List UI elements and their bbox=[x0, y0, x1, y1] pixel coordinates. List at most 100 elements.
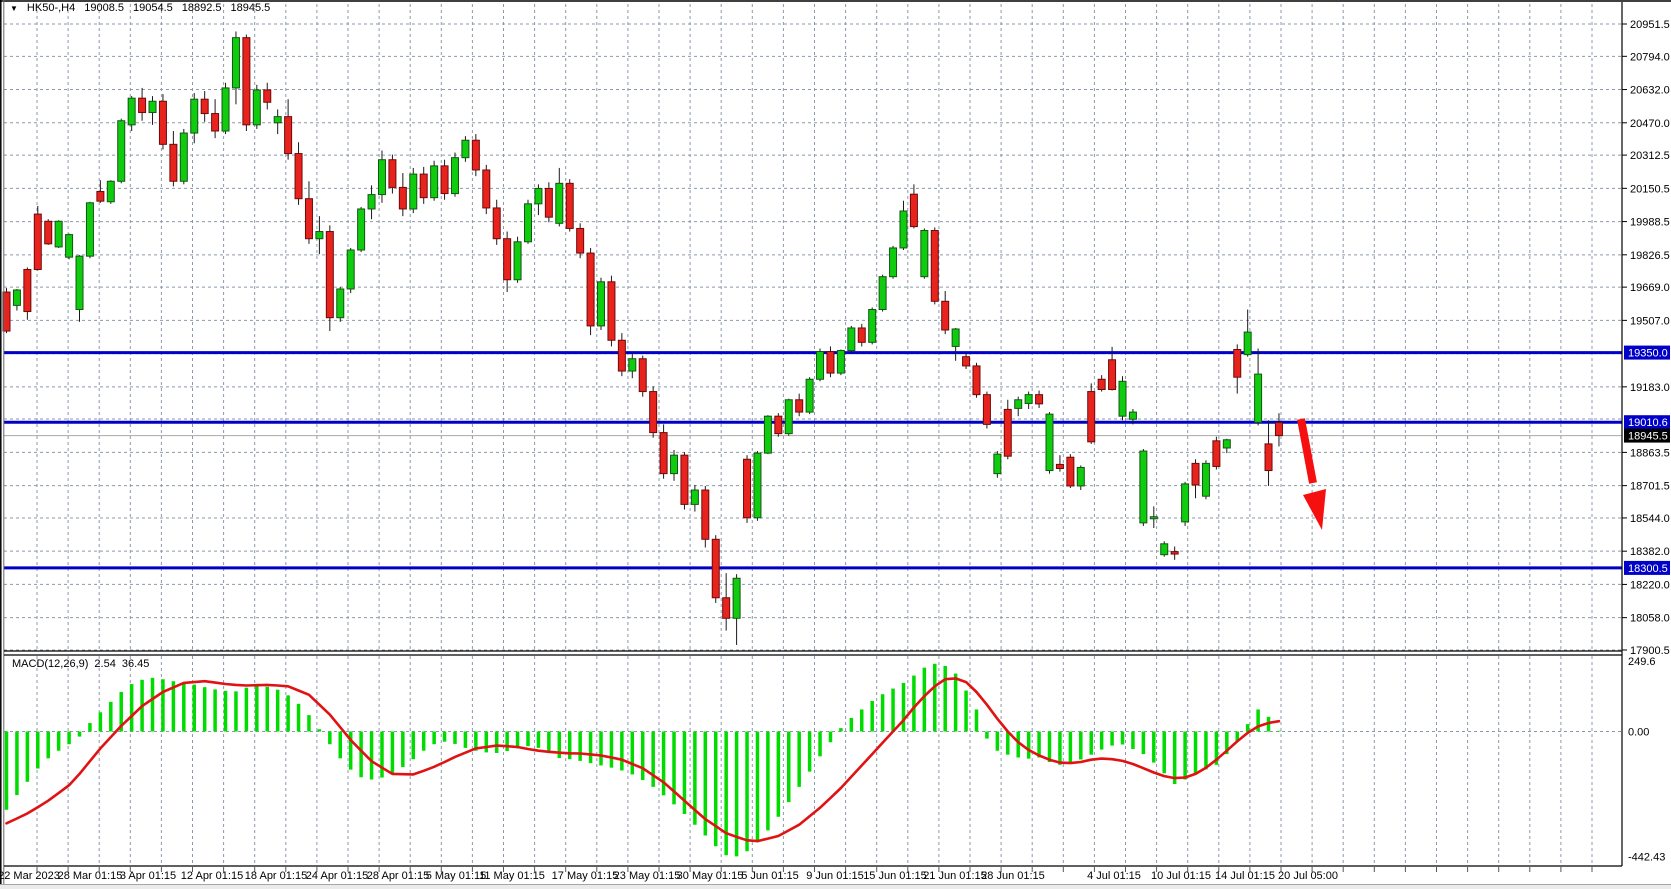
candle-body bbox=[837, 351, 844, 374]
candle-body bbox=[1025, 395, 1032, 404]
candle-body bbox=[890, 248, 897, 277]
candle-body bbox=[744, 459, 751, 517]
candle-body bbox=[410, 174, 417, 209]
time-axis-label: 14 Jul 01:15 bbox=[1215, 870, 1275, 882]
candle-body bbox=[1088, 392, 1095, 442]
candle-body bbox=[1161, 544, 1168, 555]
macd-main-value: 2.54 bbox=[94, 658, 115, 670]
candle-body bbox=[1036, 395, 1043, 404]
candle-body bbox=[389, 160, 396, 188]
candle-body bbox=[775, 416, 782, 433]
candle-body bbox=[493, 208, 500, 239]
candle-body bbox=[681, 455, 688, 504]
candle-body bbox=[1129, 412, 1136, 419]
candle-body bbox=[483, 170, 490, 208]
symbol-period-label: HK50-,H4 bbox=[27, 2, 75, 14]
chevron-down-icon[interactable]: ▼ bbox=[10, 3, 18, 14]
candle-body bbox=[1150, 517, 1157, 519]
price-axis-label: 20632.0 bbox=[1630, 85, 1670, 97]
candle-body bbox=[733, 578, 740, 618]
candle-body bbox=[754, 453, 761, 518]
candle-body bbox=[1056, 464, 1063, 468]
candle-body bbox=[1098, 379, 1105, 389]
candle-body bbox=[545, 188, 552, 217]
candle-body bbox=[118, 121, 125, 182]
candle-body bbox=[1244, 332, 1251, 355]
candle-body bbox=[639, 359, 646, 392]
down-arrow-annotation-head[interactable] bbox=[1303, 489, 1326, 530]
candle-body bbox=[107, 181, 114, 202]
candle-body bbox=[55, 221, 62, 247]
title-close-value: 18945.5 bbox=[231, 2, 271, 14]
candle-body bbox=[921, 231, 928, 277]
candle-body bbox=[827, 352, 834, 374]
candle-body bbox=[34, 214, 41, 269]
price-axis-label: 20794.0 bbox=[1630, 51, 1670, 63]
time-axis-label: 18 Apr 01:15 bbox=[245, 870, 307, 882]
candle-body bbox=[1046, 414, 1053, 470]
time-axis-label: 15 Jun 01:15 bbox=[863, 870, 927, 882]
candle-body bbox=[1004, 409, 1011, 456]
candle-body bbox=[1223, 440, 1230, 448]
down-arrow-annotation-shaft[interactable] bbox=[1301, 419, 1313, 483]
candle-body bbox=[1213, 441, 1220, 467]
candle-body bbox=[764, 416, 771, 453]
time-axis-label: 24 Apr 01:15 bbox=[306, 870, 368, 882]
candle-body bbox=[441, 166, 448, 194]
time-axis-label: 5 Jun 01:15 bbox=[741, 870, 799, 882]
price-axis-label: 19988.5 bbox=[1630, 217, 1670, 229]
candle-body bbox=[222, 88, 229, 131]
candle-body bbox=[577, 228, 584, 253]
candle-body bbox=[973, 366, 980, 395]
macd-axis-label: -442.43 bbox=[1628, 851, 1665, 863]
time-axis-label: 22 Mar 2023 bbox=[0, 870, 60, 882]
time-axis-label: 10 Jul 01:15 bbox=[1151, 870, 1211, 882]
candle-body bbox=[1275, 423, 1282, 436]
candle-body bbox=[462, 140, 469, 157]
time-axis-label: 20 Jul 05:00 bbox=[1278, 870, 1338, 882]
candle-body bbox=[858, 328, 865, 342]
candle-body bbox=[1077, 467, 1084, 485]
title-open-value: 19008.5 bbox=[84, 2, 124, 14]
candle-body bbox=[86, 203, 93, 256]
time-axis-label: 5 May 01:15 bbox=[426, 870, 487, 882]
candle-body bbox=[149, 101, 156, 112]
candle-body bbox=[431, 166, 438, 198]
candle-body bbox=[358, 209, 365, 250]
candlestick-chart[interactable]: 20951.520794.020632.020470.020312.520150… bbox=[0, 0, 1671, 889]
price-axis-label: 20150.5 bbox=[1630, 183, 1670, 195]
candle-body bbox=[305, 199, 312, 239]
candle-body bbox=[1234, 350, 1241, 378]
candle-body bbox=[608, 282, 615, 340]
candle-body bbox=[295, 154, 302, 199]
candle-body bbox=[1171, 552, 1178, 554]
price-axis-label: 18544.0 bbox=[1630, 513, 1670, 525]
price-axis-label: 18863.5 bbox=[1630, 447, 1670, 459]
candle-body bbox=[566, 183, 573, 228]
candle-body bbox=[24, 269, 31, 311]
time-axis-label: 3 Apr 01:15 bbox=[120, 870, 176, 882]
price-line-badge-text: 19350.0 bbox=[1628, 348, 1668, 360]
candle-body bbox=[66, 235, 73, 258]
time-axis-label: 17 May 01:15 bbox=[552, 870, 619, 882]
price-axis-label: 18220.0 bbox=[1630, 579, 1670, 591]
candle-body bbox=[97, 192, 104, 202]
macd-signal-value: 36.45 bbox=[122, 658, 150, 670]
candle-body bbox=[191, 99, 198, 133]
candle-body bbox=[274, 117, 281, 123]
price-axis-label: 20470.0 bbox=[1630, 118, 1670, 130]
candle-body bbox=[869, 309, 876, 342]
candle-body bbox=[326, 232, 333, 318]
price-axis-label: 19669.0 bbox=[1630, 282, 1670, 294]
candle-body bbox=[504, 239, 511, 280]
candle-body bbox=[128, 98, 135, 125]
current-price-badge-text: 18945.5 bbox=[1628, 431, 1668, 443]
candle-body bbox=[994, 454, 1001, 473]
time-axis-label: 28 Jun 01:15 bbox=[981, 870, 1045, 882]
price-axis-label: 19826.5 bbox=[1630, 250, 1670, 262]
candle-body bbox=[848, 328, 855, 351]
chart-title: ▼ HK50-,H4 19008.5 19054.5 18892.5 18945… bbox=[10, 2, 270, 14]
candle-body bbox=[420, 174, 427, 198]
candle-body bbox=[1192, 463, 1199, 485]
candle-body bbox=[139, 98, 146, 112]
